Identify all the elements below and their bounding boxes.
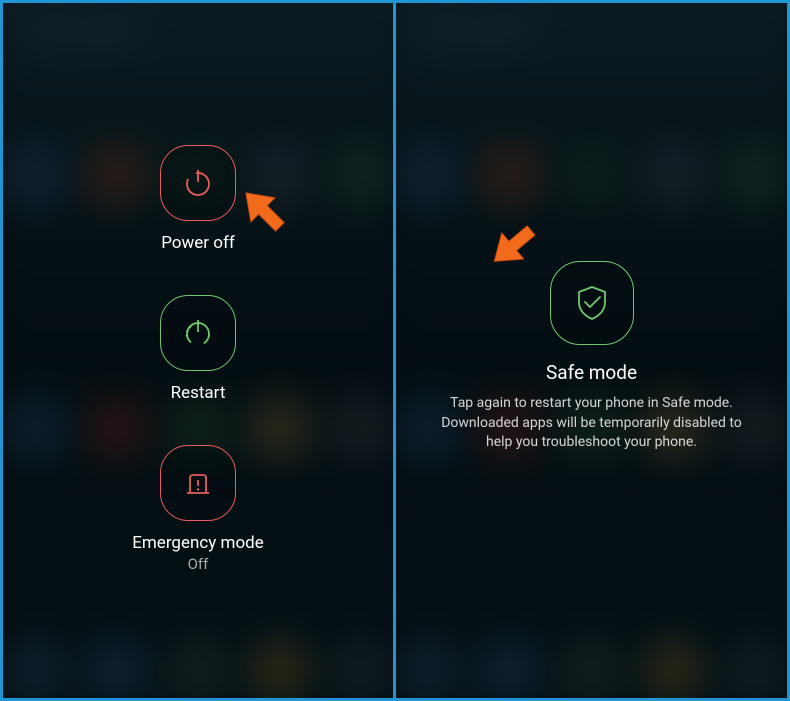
emergency-label: Emergency mode bbox=[132, 533, 264, 553]
restart-icon bbox=[160, 295, 236, 371]
restart-label: Restart bbox=[171, 383, 226, 403]
restart-button[interactable]: Restart bbox=[160, 295, 236, 403]
power-off-button[interactable]: Power off bbox=[160, 145, 236, 253]
safe-mode-button[interactable]: Safe mode Tap again to restart your phon… bbox=[412, 261, 772, 453]
panel-power-menu: 15:41 bbox=[3, 3, 396, 698]
shield-icon bbox=[550, 261, 634, 345]
safe-mode-label: Safe mode bbox=[546, 361, 637, 384]
emergency-icon bbox=[160, 445, 236, 521]
safe-mode-description: Tap again to restart your phone in Safe … bbox=[412, 394, 772, 453]
arrow-indicator bbox=[484, 213, 546, 275]
emergency-mode-button[interactable]: Emergency mode Off bbox=[132, 445, 264, 573]
power-off-label: Power off bbox=[161, 233, 235, 253]
tutorial-image: 15:41 bbox=[0, 0, 790, 701]
arrow-indicator bbox=[234, 181, 296, 243]
panel-safe-mode: 15:41 bbox=[396, 3, 787, 698]
emergency-state: Off bbox=[188, 555, 209, 573]
power-icon bbox=[160, 145, 236, 221]
